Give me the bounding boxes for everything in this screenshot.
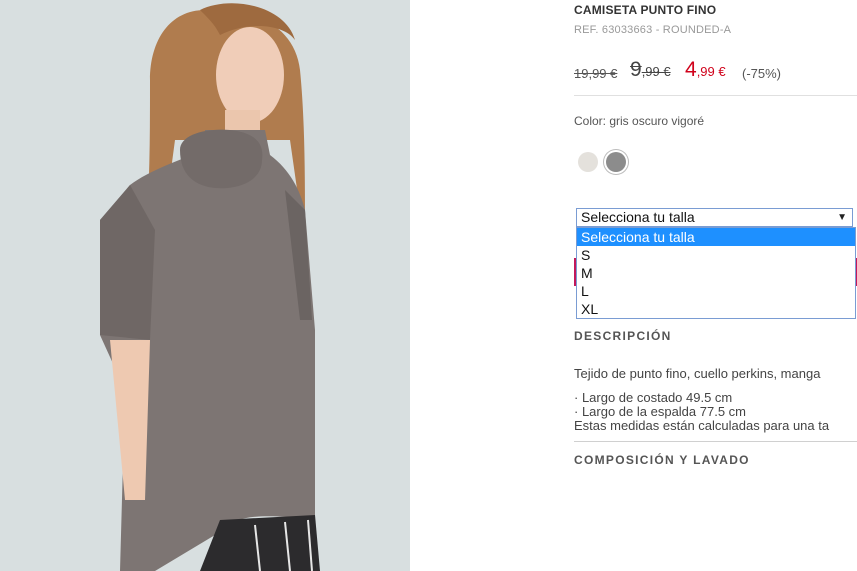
description-heading[interactable]: DESCRIPCIÓN	[574, 329, 672, 343]
size-option-xl[interactable]: XL	[577, 300, 855, 318]
size-dropdown-list: Selecciona tu talla S M L XL	[576, 227, 856, 319]
previous-price: 9,99 €	[630, 58, 671, 81]
product-info: CAMISETA PUNTO FINO REF. 63033663 - ROUN…	[574, 0, 857, 571]
measurement-note: Estas medidas están calculadas para una …	[574, 418, 830, 433]
description-measurements: · Largo de costado 49.5 cm · Largo de la…	[574, 391, 829, 433]
composition-heading[interactable]: COMPOSICIÓN Y LAVADO	[574, 453, 750, 467]
size-option-l[interactable]: L	[577, 282, 855, 300]
size-option-m[interactable]: M	[577, 264, 855, 282]
color-label: Color: gris oscuro vigoré	[574, 114, 705, 128]
product-title: CAMISETA PUNTO FINO	[574, 3, 717, 17]
divider	[574, 441, 857, 442]
discount-badge: (-75%)	[742, 66, 782, 81]
divider	[574, 95, 857, 96]
original-price: 19,99 €	[574, 66, 618, 81]
size-option[interactable]: Selecciona tu talla	[577, 228, 855, 246]
product-image	[0, 0, 410, 571]
product-reference: REF. 63033663 - ROUNDED-A	[574, 24, 732, 36]
size-select-value: Selecciona tu talla	[581, 209, 695, 225]
measurement-line: · Largo de costado 49.5 cm	[574, 390, 733, 405]
color-swatch-light[interactable]	[578, 152, 598, 172]
dropdown-arrow-icon: ▼	[837, 212, 847, 223]
size-option-s[interactable]: S	[577, 246, 855, 264]
color-swatch-dark-grey[interactable]	[606, 152, 626, 172]
measurement-line: · Largo de la espalda 77.5 cm	[574, 404, 746, 419]
size-select[interactable]: Selecciona tu talla ▼	[576, 208, 853, 227]
description-text: Tejido de punto fino, cuello perkins, ma…	[574, 366, 821, 381]
sale-price: 4,99 €	[685, 58, 726, 81]
